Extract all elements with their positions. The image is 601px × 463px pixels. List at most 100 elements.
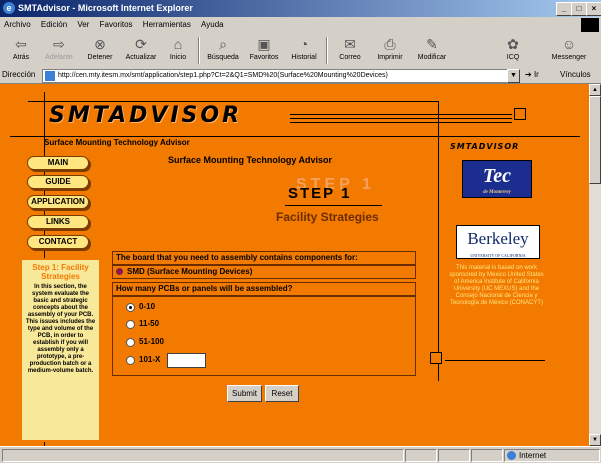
nav-main-button[interactable]: MAIN bbox=[27, 156, 89, 170]
radio-11-50[interactable] bbox=[126, 320, 135, 329]
step-subtitle: Facility Strategies bbox=[276, 210, 379, 224]
history-button[interactable]: ◔ Historial bbox=[286, 34, 322, 67]
step-heading: STEP 1 bbox=[288, 185, 352, 202]
custom-quantity-input[interactable] bbox=[167, 353, 206, 368]
icq-flower-icon: ✿ bbox=[507, 36, 519, 52]
nav-guide-button[interactable]: GUIDE bbox=[27, 175, 89, 189]
messenger-button[interactable]: ☺ Messenger bbox=[547, 34, 591, 67]
center-title: Surface Mounting Technology Advisor bbox=[168, 155, 333, 165]
step-description-text: In this section, the system evaluate the… bbox=[25, 284, 96, 374]
mail-icon: ✉ bbox=[344, 36, 356, 52]
submit-button[interactable]: Submit bbox=[227, 385, 262, 402]
minimize-button[interactable]: _ bbox=[556, 2, 572, 16]
option-label-101-x: 101-X bbox=[139, 355, 161, 364]
radio-51-100[interactable] bbox=[126, 338, 135, 347]
favorites-icon: ▣ bbox=[257, 36, 271, 52]
search-button[interactable]: ⌕ Búsqueda bbox=[203, 34, 243, 67]
print-button[interactable]: ⎙ Imprimir bbox=[372, 34, 408, 67]
search-icon: ⌕ bbox=[219, 36, 227, 52]
refresh-button[interactable]: ⟳ Actualizar bbox=[121, 34, 161, 67]
option-label-0-10: 0-10 bbox=[139, 302, 156, 311]
nav-links-button[interactable]: LINKS bbox=[27, 215, 89, 229]
forward-arrow-icon: ⇨ bbox=[53, 36, 65, 52]
berkeley-logo: Berkeley UNIVERSITY OF CALIFORNIA bbox=[456, 225, 540, 259]
menu-edicion[interactable]: Edición bbox=[37, 17, 71, 29]
scroll-up-button[interactable]: ▲ bbox=[589, 84, 601, 96]
windows-logo-icon bbox=[581, 18, 599, 32]
menu-ayuda[interactable]: Ayuda bbox=[197, 17, 228, 29]
radio-101-x[interactable] bbox=[126, 356, 135, 365]
close-button[interactable]: × bbox=[586, 2, 601, 16]
home-button[interactable]: ⌂ Inicio bbox=[163, 34, 193, 67]
internet-explorer-icon: e bbox=[3, 2, 15, 14]
edit-icon: ✎ bbox=[426, 36, 438, 52]
address-label: Dirección bbox=[2, 70, 36, 79]
smtadvisor-small-logo: SMTADVISOR bbox=[450, 142, 520, 151]
go-arrow-icon: ➔ bbox=[525, 70, 532, 79]
back-button[interactable]: ⇦ Atrás bbox=[4, 34, 38, 67]
title-bar: e SMTAdvisor - Microsoft Internet Explor… bbox=[0, 0, 601, 17]
radio-0-10[interactable] bbox=[126, 303, 135, 312]
toolbar-separator bbox=[326, 37, 328, 64]
history-icon: ◔ bbox=[299, 36, 309, 52]
menu-herramientas[interactable]: Herramientas bbox=[139, 17, 195, 29]
logo-rule-1 bbox=[290, 114, 512, 115]
menu-ver[interactable]: Ver bbox=[73, 17, 93, 29]
frame-line-horizontal bbox=[10, 136, 580, 137]
forward-button[interactable]: ⇨ Adelante bbox=[40, 34, 78, 67]
step-description-panel: Step 1: Facility Strategies In this sect… bbox=[20, 258, 101, 442]
tec-de-monterrey-logo: Tec de Monterrey bbox=[462, 160, 532, 198]
smtadvisor-logo: SMTADVISOR bbox=[49, 103, 243, 128]
vertical-scrollbar[interactable]: ▲ ▼ bbox=[589, 84, 601, 446]
go-button[interactable]: ➔ Ir bbox=[525, 70, 539, 79]
answer-smd: SMD (Surface Mounting Devices) bbox=[127, 267, 253, 276]
menu-favoritos[interactable]: Favoritos bbox=[96, 17, 137, 29]
answer-row: SMD (Surface Mounting Devices) bbox=[112, 265, 416, 279]
toolbar: ⇦ Atrás ⇨ Adelante ⊗ Detener ⟳ Actualizar ⌂ I… bbox=[0, 33, 601, 69]
back-arrow-icon: ⇦ bbox=[15, 36, 27, 52]
edit-button[interactable]: ✎ Modificar bbox=[412, 34, 452, 67]
links-button[interactable]: Vínculos bbox=[560, 70, 591, 79]
frame-line-right bbox=[438, 101, 439, 359]
right-rule bbox=[445, 360, 545, 361]
question-board-components: The board that you need to assembly cont… bbox=[112, 251, 416, 265]
option-label-11-50: 11-50 bbox=[139, 319, 160, 328]
frame-line-bottom bbox=[438, 363, 439, 381]
menu-bar: Archivo Edición Ver Favoritos Herramient… bbox=[0, 17, 601, 34]
status-cell bbox=[405, 449, 437, 462]
status-cell bbox=[471, 449, 503, 462]
print-icon: ⎙ bbox=[384, 36, 396, 52]
mail-button[interactable]: ✉ Correo bbox=[333, 34, 367, 67]
status-cell bbox=[438, 449, 470, 462]
logo-square bbox=[514, 108, 526, 120]
step-description-title: Step 1: Facility Strategies bbox=[32, 263, 89, 281]
page-icon bbox=[45, 71, 55, 81]
menu-archivo[interactable]: Archivo bbox=[0, 17, 35, 29]
bottom-square bbox=[430, 352, 442, 364]
maximize-button[interactable]: □ bbox=[571, 2, 587, 16]
tagline: Surface Mounting Technology Advisor bbox=[44, 138, 190, 147]
icq-button[interactable]: ✿ ICQ bbox=[502, 34, 524, 67]
sponsor-text: This material is based on work sponsored… bbox=[449, 265, 544, 306]
logo-rule-3 bbox=[290, 122, 512, 123]
toolbar-separator bbox=[198, 37, 200, 64]
status-text-cell bbox=[2, 449, 404, 462]
status-zone: Internet bbox=[504, 449, 600, 462]
stop-button[interactable]: ⊗ Detener bbox=[82, 34, 118, 67]
scroll-thumb[interactable] bbox=[589, 96, 601, 184]
messenger-icon: ☺ bbox=[561, 36, 577, 52]
nav-application-button[interactable]: APPLICATION bbox=[27, 195, 89, 209]
home-icon: ⌂ bbox=[173, 36, 183, 52]
favorites-button[interactable]: ▣ Favoritos bbox=[245, 34, 283, 67]
internet-zone-icon bbox=[507, 451, 516, 460]
scroll-down-button[interactable]: ▼ bbox=[589, 434, 601, 446]
address-bar: Dirección http://cen.mty.itesm.mx/smt/ap… bbox=[0, 68, 601, 84]
address-url: http://cen.mty.itesm.mx/smt/application/… bbox=[58, 72, 388, 79]
address-dropdown-button[interactable]: ▼ bbox=[507, 69, 520, 83]
step-underline bbox=[285, 205, 382, 206]
nav-contact-button[interactable]: CONTACT bbox=[27, 235, 89, 249]
frame-line-top bbox=[28, 101, 438, 102]
answer-bullet-icon bbox=[116, 268, 123, 275]
reset-button[interactable]: Reset bbox=[265, 385, 299, 402]
address-input[interactable]: http://cen.mty.itesm.mx/smt/application/… bbox=[42, 69, 508, 83]
